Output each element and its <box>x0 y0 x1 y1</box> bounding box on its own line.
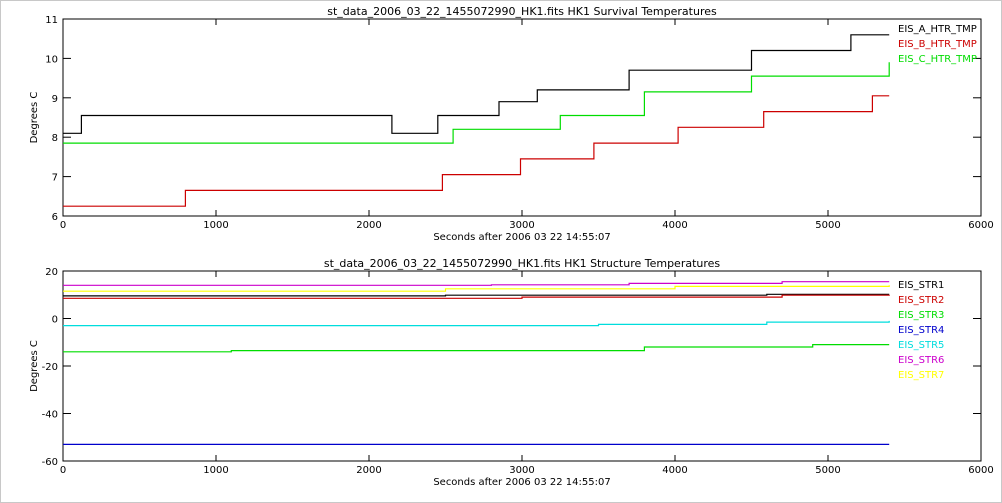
y-tick-label: 11 <box>45 15 58 26</box>
series-line-eis-str1 <box>63 293 890 297</box>
x-tick-label: 3000 <box>509 220 534 231</box>
plot-frame <box>62 270 982 462</box>
y-tick-label: 9 <box>52 94 58 105</box>
legend-label: EIS_STR1 <box>898 280 944 291</box>
y-tick-label: -40 <box>42 410 58 421</box>
legend-label: EIS_STR6 <box>898 355 944 366</box>
legend-label: EIS_STR3 <box>898 310 944 321</box>
y-tick-label: 20 <box>45 267 58 278</box>
series-line-eis-b-htr-tmp <box>63 95 890 207</box>
x-tick-label: 0 <box>60 220 66 231</box>
legend-label: EIS_STR4 <box>898 325 944 336</box>
chart-canvas: st_data_2006_03_22_1455072990_HK1.fits H… <box>29 5 994 488</box>
series-line-eis-str7 <box>63 285 890 292</box>
series-line-eis-str6 <box>63 281 890 286</box>
x-tick-label: 6000 <box>968 465 993 476</box>
y-tick-label: 6 <box>52 212 58 223</box>
plot-window: st_data_2006_03_22_1455072990_HK1.fits H… <box>0 0 1002 503</box>
plot-frame <box>62 18 982 217</box>
series-line-eis-c-htr-tmp <box>63 62 890 144</box>
x-tick-label: 5000 <box>815 465 840 476</box>
legend-label: EIS_STR2 <box>898 295 944 306</box>
x-axis-label: Seconds after 2006 03 22 14:55:07 <box>433 232 610 243</box>
y-axis-label: Degrees C <box>29 92 40 144</box>
x-tick-label: 1000 <box>203 465 228 476</box>
x-tick-label: 1000 <box>203 220 228 231</box>
y-tick-label: 0 <box>52 315 58 326</box>
y-tick-label: -20 <box>42 362 58 373</box>
y-tick-label: 10 <box>45 54 58 65</box>
x-tick-label: 6000 <box>968 220 993 231</box>
chart-title: st_data_2006_03_22_1455072990_HK1.fits H… <box>324 257 721 270</box>
x-tick-label: 4000 <box>662 465 687 476</box>
x-tick-label: 0 <box>60 465 66 476</box>
x-tick-label: 2000 <box>356 465 381 476</box>
x-tick-label: 5000 <box>815 220 840 231</box>
x-tick-label: 3000 <box>509 465 534 476</box>
y-tick-label: -60 <box>42 457 58 468</box>
legend-label: EIS_C_HTR_TMP <box>898 54 977 65</box>
chart-title: st_data_2006_03_22_1455072990_HK1.fits H… <box>327 5 717 18</box>
y-tick-label: 7 <box>52 173 58 184</box>
series-line-eis-str5 <box>63 320 890 327</box>
y-axis-label: Degrees C <box>29 340 40 392</box>
x-axis-label: Seconds after 2006 03 22 14:55:07 <box>433 477 610 488</box>
x-tick-label: 2000 <box>356 220 381 231</box>
legend-label: EIS_B_HTR_TMP <box>898 39 977 50</box>
legend-label: EIS_STR5 <box>898 340 944 351</box>
chart-panel-1: st_data_2006_03_22_1455072990_HK1.fits H… <box>29 5 994 243</box>
legend-label: EIS_A_HTR_TMP <box>898 24 977 35</box>
x-tick-label: 4000 <box>662 220 687 231</box>
legend-label: EIS_STR7 <box>898 370 944 381</box>
series-line-eis-a-htr-tmp <box>63 34 890 134</box>
y-tick-label: 8 <box>52 133 58 144</box>
series-line-eis-str3 <box>63 344 890 353</box>
chart-panel-2: st_data_2006_03_22_1455072990_HK1.fits H… <box>29 257 994 488</box>
